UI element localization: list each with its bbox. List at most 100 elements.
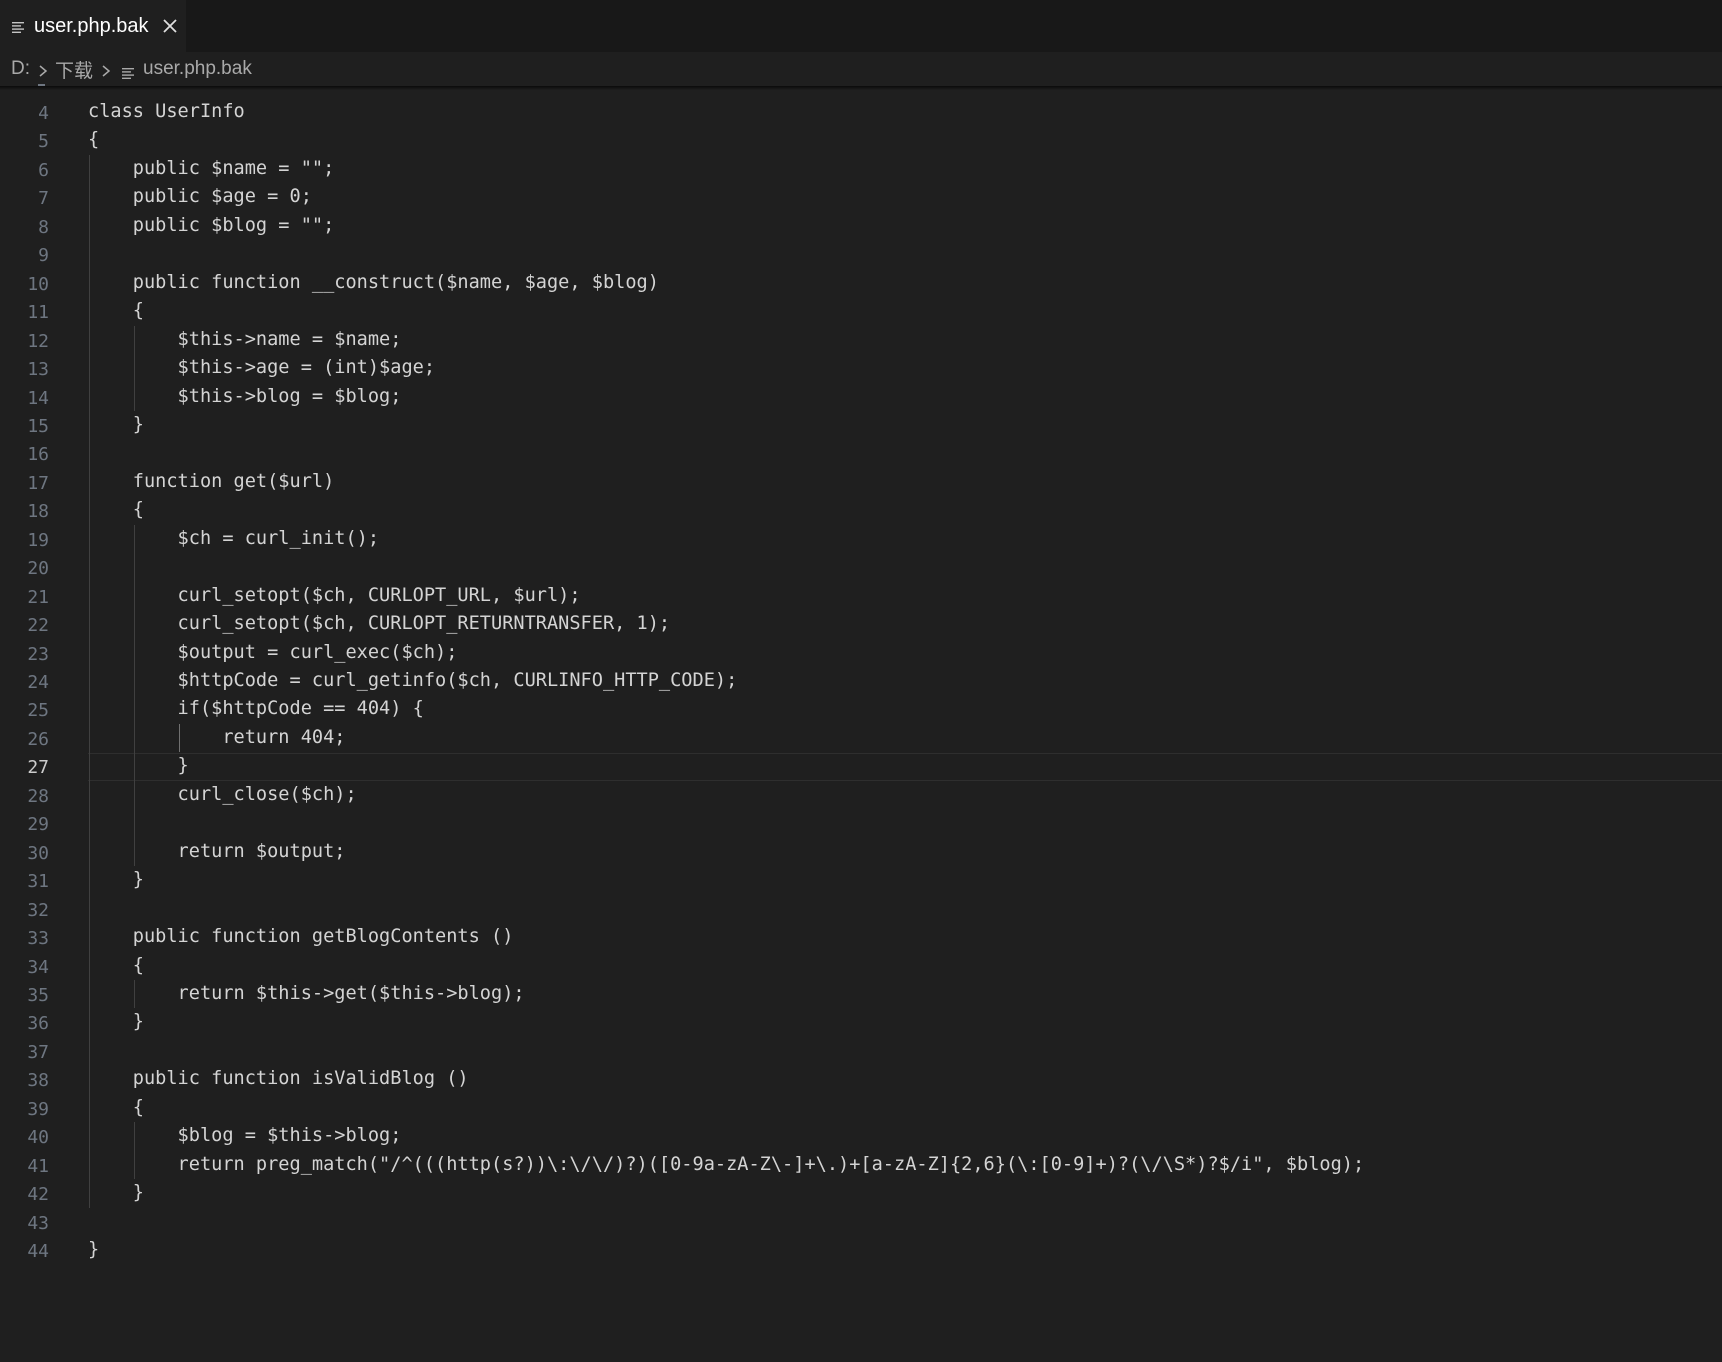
code-text: } <box>88 413 144 435</box>
code-line[interactable]: 21 curl_setopt($ch, CURLOPT_URL, $url); <box>0 582 1722 611</box>
code-line[interactable]: 30 return $output; <box>0 838 1722 867</box>
line-number: 41 <box>27 1155 49 1177</box>
code-text: { <box>88 1096 144 1118</box>
line-number: 44 <box>27 1241 49 1262</box>
code-line[interactable]: 24 $httpCode = curl_getinfo($ch, CURLINF… <box>0 667 1722 696</box>
line-number: 19 <box>27 529 49 551</box>
folded-line-marker <box>38 84 45 86</box>
code-text: public $name = ""; <box>88 157 335 179</box>
code-line[interactable]: 38 public function isValidBlog () <box>0 1065 1722 1094</box>
code-line[interactable]: 22 curl_setopt($ch, CURLOPT_RETURNTRANSF… <box>0 610 1722 639</box>
code-line[interactable]: 17 function get($url) <box>0 468 1722 497</box>
line-number: 18 <box>27 501 49 523</box>
code-line[interactable]: 35 return $this->get($this->blog); <box>0 980 1722 1009</box>
line-number: 17 <box>27 472 49 494</box>
code-line[interactable]: 42 } <box>0 1179 1722 1208</box>
chevron-right-icon <box>100 62 112 77</box>
line-number: 37 <box>27 1041 49 1063</box>
code-line[interactable]: 8 public $blog = ""; <box>0 212 1722 241</box>
line-number: 32 <box>27 899 49 921</box>
code-text: public function getBlogContents () <box>88 926 514 948</box>
current-line-highlight <box>88 753 1722 782</box>
code-text: { <box>88 129 100 151</box>
code-line[interactable]: 16 <box>0 439 1722 468</box>
code-line[interactable]: 26 return 404; <box>0 724 1722 753</box>
line-number: 34 <box>27 956 49 978</box>
code-text: function get($url) <box>88 470 335 492</box>
code-editor[interactable]: 4 class UserInfo 5{6 public $name = ""; 7 p… <box>0 86 1722 1362</box>
code-line[interactable]: 41 return preg_match("/^(((http(s?))\:\/… <box>0 1151 1722 1180</box>
code-line[interactable]: 11 { <box>0 297 1722 326</box>
indent-guide <box>134 524 136 867</box>
code-line[interactable]: 4 class UserInfo <box>0 98 1722 127</box>
code-line[interactable]: 39 { <box>0 1094 1722 1123</box>
file-lines-icon <box>12 20 24 33</box>
breadcrumb-item-drive[interactable]: D: <box>11 58 30 80</box>
close-icon[interactable] <box>161 17 179 35</box>
line-number: 24 <box>27 672 49 693</box>
code-line[interactable]: 12 $this->name = $name; <box>0 326 1722 355</box>
line-number: 42 <box>27 1184 49 1206</box>
code-text: $ch = curl_init(); <box>88 527 380 549</box>
code-line[interactable]: 34 { <box>0 952 1722 981</box>
line-number: 5 <box>38 131 49 153</box>
code-line[interactable]: 36 } <box>0 1008 1722 1037</box>
code-text: class UserInfo <box>88 101 245 122</box>
scroll-shadow <box>0 86 1722 90</box>
line-number: 23 <box>27 643 49 665</box>
code-line[interactable]: 9 <box>0 240 1722 269</box>
code-line[interactable]: 15 } <box>0 411 1722 440</box>
line-number: 7 <box>38 188 49 210</box>
breadcrumb-item-file[interactable]: user.php.bak <box>143 58 252 80</box>
code-line[interactable]: 20 <box>0 553 1722 582</box>
line-number: 27 <box>27 757 49 779</box>
code-line[interactable]: 10 public function __construct($name, $a… <box>0 269 1722 298</box>
code-text: return $output; <box>88 840 346 862</box>
breadcrumb-item-folder[interactable]: 下载 <box>55 56 93 83</box>
line-number: 26 <box>27 728 49 750</box>
line-number: 25 <box>27 700 49 722</box>
code-text: { <box>88 300 144 322</box>
code-text: return $this->get($this->blog); <box>88 982 525 1004</box>
line-number: 21 <box>27 586 49 608</box>
line-number: 16 <box>27 444 49 466</box>
code-line[interactable]: 23 $output = curl_exec($ch); <box>0 639 1722 668</box>
code-line[interactable]: 28 curl_close($ch); <box>0 781 1722 810</box>
code-text: return 404; <box>88 726 346 748</box>
indent-guide <box>134 979 136 1009</box>
code-line[interactable]: 5{ <box>0 126 1722 155</box>
code-line[interactable]: 14 $this->blog = $blog; <box>0 383 1722 412</box>
code-line[interactable]: 40 $blog = $this->blog; <box>0 1122 1722 1151</box>
line-number: 38 <box>27 1070 49 1092</box>
code-line[interactable]: 27 } <box>0 752 1722 782</box>
code-line[interactable]: 19 $ch = curl_init(); <box>0 525 1722 554</box>
code-line[interactable]: 33 public function getBlogContents () <box>0 923 1722 952</box>
code-text: public $age = 0; <box>88 186 312 208</box>
line-number: 10 <box>27 273 49 295</box>
line-number: 11 <box>27 302 49 324</box>
tab-user-php-bak[interactable]: user.php.bak <box>0 0 186 52</box>
code-line[interactable]: 6 public $name = ""; <box>0 155 1722 184</box>
line-number: 13 <box>27 359 49 381</box>
code-line[interactable]: 44} <box>0 1236 1722 1265</box>
code-text: } <box>88 1011 144 1033</box>
code-line[interactable]: 37 <box>0 1037 1722 1066</box>
code-text: { <box>88 954 144 976</box>
code-text: public $blog = ""; <box>88 214 335 236</box>
code-line[interactable]: 18 { <box>0 496 1722 525</box>
line-number: 39 <box>27 1098 49 1120</box>
line-number: 28 <box>27 785 49 807</box>
code-line[interactable]: 32 <box>0 895 1722 924</box>
code-line[interactable]: 7 public $age = 0; <box>0 183 1722 212</box>
code-text: } <box>88 1239 100 1260</box>
line-number: 4 <box>38 103 49 124</box>
line-number: 14 <box>27 387 49 409</box>
code-line[interactable]: 31 } <box>0 866 1722 895</box>
code-line[interactable]: 43 <box>0 1208 1722 1237</box>
code-line[interactable]: 13 $this->age = (int)$age; <box>0 354 1722 383</box>
code-line[interactable]: 25 if($httpCode == 404) { <box>0 695 1722 724</box>
code-text: } <box>88 869 144 891</box>
line-number: 15 <box>27 415 49 437</box>
code-line[interactable]: 29 <box>0 809 1722 838</box>
code-text: curl_setopt($ch, CURLOPT_RETURNTRANSFER,… <box>88 613 671 635</box>
